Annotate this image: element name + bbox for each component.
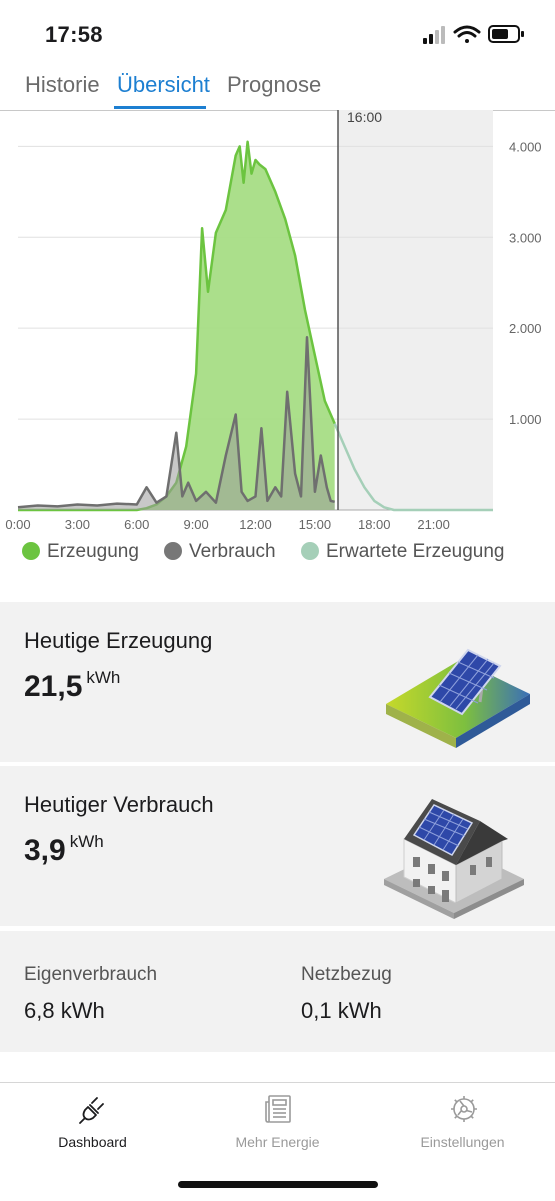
wifi-icon bbox=[453, 25, 481, 43]
tab-uebersicht[interactable]: Übersicht bbox=[117, 72, 210, 98]
x-tick-label: 6:00 bbox=[124, 517, 149, 530]
plug-icon bbox=[79, 1097, 104, 1124]
erzeugung-dot-icon bbox=[22, 542, 40, 560]
energy-chart[interactable]: 1.000 2.000 3.000 4.000 0:00 3:00 6:00 9:00 12:… bbox=[0, 110, 555, 530]
nav-label: Einstellungen bbox=[420, 1134, 505, 1150]
y-tick-labels: 1.000 2.000 3.000 4.000 bbox=[509, 139, 542, 427]
legend-verbrauch-label: Verbrauch bbox=[189, 541, 276, 562]
solar-panel-icon bbox=[386, 648, 530, 748]
stat-value-netzbezug: 0,1 kWh bbox=[301, 998, 382, 1023]
card-stats: Eigenverbrauch 6,8 kWh Netzbezug 0,1 kWh bbox=[0, 931, 555, 1052]
chart-legend: Erzeugung Verbrauch Erwartete Erzeugung bbox=[22, 541, 552, 569]
card-title: Heutige Erzeugung bbox=[24, 628, 213, 653]
house-icon bbox=[384, 799, 524, 919]
x-tick-labels: 0:00 3:00 6:00 9:00 12:00 15:00 18:00 21:00 bbox=[5, 517, 450, 530]
erzeugung-unit: kWh bbox=[86, 668, 121, 687]
y-tick-label: 2.000 bbox=[509, 321, 542, 336]
x-tick-label: 21:00 bbox=[417, 517, 450, 530]
legend-erwartet-label: Erwartete Erzeugung bbox=[326, 541, 505, 562]
tab-active-indicator bbox=[114, 106, 206, 109]
stat-label-eigenverbrauch: Eigenverbrauch bbox=[24, 964, 158, 985]
erzeugung-value: 21,5 bbox=[24, 670, 83, 703]
stat-value-eigenverbrauch: 6,8 kWh bbox=[24, 998, 105, 1023]
legend-erzeugung: Erzeugung bbox=[22, 541, 139, 563]
home-indicator bbox=[178, 1181, 378, 1188]
nav-mehr-energie[interactable]: Mehr Energie bbox=[185, 1083, 370, 1163]
tab-historie[interactable]: Historie bbox=[25, 72, 100, 98]
future-region bbox=[338, 110, 493, 510]
legend-erwartet: Erwartete Erzeugung bbox=[301, 541, 505, 563]
legend-verbrauch: Verbrauch bbox=[164, 541, 276, 563]
status-bar: 17:58 bbox=[0, 0, 555, 62]
nav-label: Dashboard bbox=[58, 1134, 127, 1150]
card-heutige-erzeugung[interactable]: Heutige Erzeugung 21,5 kWh bbox=[0, 602, 555, 762]
y-tick-label: 1.000 bbox=[509, 412, 542, 427]
battery-icon bbox=[488, 25, 524, 43]
nav-dashboard[interactable]: Dashboard bbox=[0, 1083, 185, 1163]
y-tick-label: 4.000 bbox=[509, 139, 542, 154]
tab-prognose[interactable]: Prognose bbox=[227, 72, 321, 98]
now-label: 16:00 bbox=[347, 110, 382, 125]
nav-label: Mehr Energie bbox=[235, 1134, 320, 1150]
gear-icon bbox=[451, 1096, 477, 1122]
card-value: 21,5 kWh bbox=[24, 668, 121, 704]
card-title: Heutiger Verbrauch bbox=[24, 792, 214, 817]
newspaper-icon bbox=[265, 1095, 291, 1123]
x-tick-label: 9:00 bbox=[183, 517, 208, 530]
tab-bar: Historie Übersicht Prognose bbox=[0, 66, 555, 111]
status-time: 17:58 bbox=[45, 22, 103, 47]
signal-icon bbox=[423, 26, 445, 44]
card-heutiger-verbrauch[interactable]: Heutiger Verbrauch 3,9 kWh bbox=[0, 766, 555, 926]
x-tick-label: 18:00 bbox=[358, 517, 391, 530]
erwartet-dot-icon bbox=[301, 542, 319, 560]
verbrauch-unit: kWh bbox=[69, 832, 104, 851]
x-tick-label: 12:00 bbox=[239, 517, 272, 530]
x-tick-label: 3:00 bbox=[65, 517, 90, 530]
y-tick-label: 3.000 bbox=[509, 230, 542, 245]
card-value: 3,9 kWh bbox=[24, 832, 104, 868]
stat-label-netzbezug: Netzbezug bbox=[301, 964, 392, 985]
x-tick-label: 15:00 bbox=[299, 517, 332, 530]
x-tick-label: 0:00 bbox=[5, 517, 30, 530]
legend-erzeugung-label: Erzeugung bbox=[47, 541, 139, 562]
status-icons bbox=[423, 25, 524, 44]
verbrauch-dot-icon bbox=[164, 542, 182, 560]
nav-einstellungen[interactable]: Einstellungen bbox=[370, 1083, 555, 1163]
verbrauch-value: 3,9 bbox=[24, 834, 66, 867]
